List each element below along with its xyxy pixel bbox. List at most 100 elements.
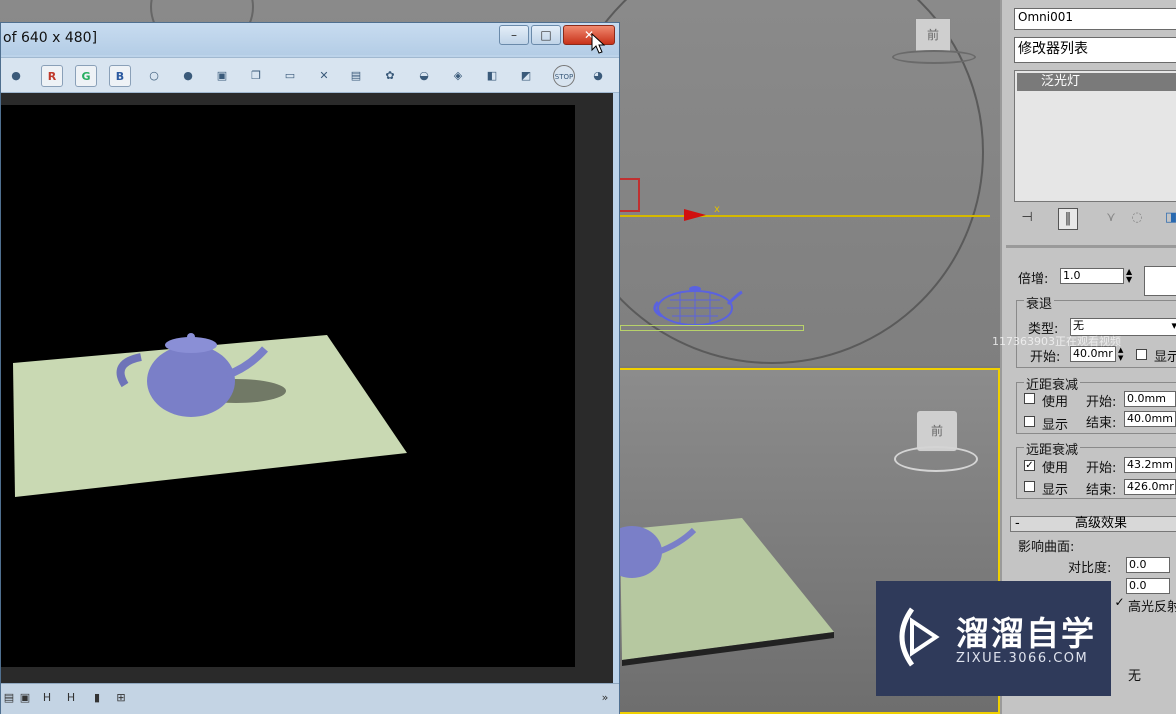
far-start-value: 43.2mm: [1127, 458, 1173, 471]
stack-item-label: 泛光灯: [1041, 74, 1081, 89]
viewer-watermark: 117363903正在观看视频: [992, 335, 1121, 348]
print-icon[interactable]: ▤: [345, 65, 367, 87]
far-atten-label: 远距衰减: [1024, 439, 1081, 458]
frame-window-icon[interactable]: ◈: [447, 65, 469, 87]
decay-group-label: 衰退: [1024, 293, 1055, 312]
expand-icon[interactable]: »: [597, 690, 613, 706]
title-bar[interactable]: of 640 x 480] – □ ✕: [1, 23, 619, 55]
near-show-checkbox[interactable]: [1024, 416, 1035, 427]
far-use-label: 使用: [1042, 461, 1069, 476]
render-setup-icon[interactable]: ✿: [379, 65, 401, 87]
make-unique-icon[interactable]: ⋎: [1102, 208, 1120, 228]
crop-icon[interactable]: ◩: [515, 65, 537, 87]
render-scroll-area[interactable]: [575, 105, 613, 667]
viewport-teapot-wireframe: [653, 286, 743, 326]
near-use-checkbox[interactable]: [1024, 393, 1035, 404]
decay-show-label: 显示: [1154, 350, 1176, 365]
rendered-frame-window[interactable]: of 640 x 480] – □ ✕ ● R G B ○ ● ▣ ❐ ▭ ✕ ▤ ✿ ◒ ◈ ◧ ◩ STOP…: [0, 22, 620, 714]
clear-icon[interactable]: ✕: [313, 65, 335, 87]
object-name-value: Omni001: [1018, 10, 1073, 24]
blue-channel-icon[interactable]: B: [109, 65, 131, 87]
open-folder-icon[interactable]: ▭: [279, 65, 301, 87]
teapot-knob: [187, 333, 195, 341]
teapot-body: [147, 345, 235, 417]
region-icon[interactable]: ◧: [481, 65, 503, 87]
dropdown-arrow-icon: ▾: [1171, 319, 1176, 333]
clone-icon[interactable]: ❐: [245, 65, 267, 87]
show-end-result-icon[interactable]: ‖: [1058, 208, 1078, 230]
teapot-render-icon[interactable]: ◒: [413, 65, 435, 87]
viewcube-top-ring: [892, 50, 976, 64]
grid-icon[interactable]: ⊞: [113, 690, 129, 706]
close-button[interactable]: ✕: [563, 25, 615, 45]
soften-spinner[interactable]: 0.0: [1126, 578, 1170, 594]
advanced-effects-rollout[interactable]: - 高级效果: [1010, 516, 1176, 532]
pin-stack-icon[interactable]: ⊣: [1018, 208, 1036, 228]
multiplier-label: 倍增:: [1018, 272, 1049, 287]
near-end-value: 40.0mm: [1127, 412, 1173, 425]
far-end-spinner[interactable]: 426.0mr: [1124, 479, 1176, 495]
specular-checkbox[interactable]: ✓: [1114, 596, 1125, 609]
panel-divider: [1006, 245, 1176, 248]
decay-show-checkbox[interactable]: [1136, 349, 1147, 360]
h-split-icon[interactable]: H: [63, 690, 79, 706]
far-end-value: 426.0mr: [1127, 480, 1174, 493]
logo-url-text: ZIXUE.3066.COM: [956, 651, 1089, 666]
specular-label: 高光反射: [1128, 600, 1176, 615]
far-start-spinner[interactable]: 43.2mm: [1124, 457, 1176, 473]
render-canvas[interactable]: [1, 105, 575, 667]
remove-modifier-icon[interactable]: ◌: [1128, 208, 1146, 228]
object-name-field[interactable]: Omni001: [1014, 8, 1176, 30]
red-channel-icon[interactable]: R: [41, 65, 63, 87]
modifier-list-dropdown[interactable]: 修改器列表: [1014, 37, 1176, 63]
maximize-icon: □: [540, 28, 552, 42]
zixue-logo: 溜溜自学 ZIXUE.3066.COM: [876, 581, 1111, 696]
contrast-value: 0.0: [1129, 558, 1147, 571]
multiplier-spinner[interactable]: 1.0: [1060, 268, 1124, 284]
multiplier-value: 1.0: [1063, 269, 1081, 282]
window-title: of 640 x 480]: [3, 30, 98, 46]
near-show-label: 显示: [1042, 418, 1069, 433]
far-start-label: 开始:: [1086, 461, 1117, 476]
rollout-toggle: -: [1015, 516, 1020, 531]
white-circle-icon[interactable]: ○: [143, 65, 165, 87]
modifier-stack-item[interactable]: 泛光灯: [1017, 73, 1176, 91]
frame-icon[interactable]: ▤: [1, 690, 17, 706]
near-start-value: 0.0mm: [1127, 392, 1166, 405]
far-show-checkbox[interactable]: [1024, 481, 1035, 492]
viewcube-top-label: 前: [926, 28, 939, 42]
near-use-label: 使用: [1042, 395, 1069, 410]
minimize-button[interactable]: –: [499, 25, 529, 45]
viewport-ground-plane: [620, 325, 804, 331]
rollout-title: 高级效果: [1075, 516, 1128, 531]
far-use-checkbox[interactable]: ✓: [1024, 460, 1035, 471]
bar-chart-icon[interactable]: ▮: [89, 690, 105, 706]
color-wheel-icon[interactable]: ●: [5, 65, 27, 87]
multiplier-spinner-arrows[interactable]: ▲ ▼: [1126, 268, 1138, 284]
affect-surfaces-label: 影响曲面:: [1018, 540, 1075, 555]
color-swatch[interactable]: [1144, 266, 1176, 296]
save-icon[interactable]: ▣: [211, 65, 233, 87]
viewcube-top[interactable]: 前: [915, 18, 951, 52]
contrast-label: 对比度:: [1068, 561, 1112, 576]
render-icon[interactable]: ◕: [587, 65, 609, 87]
stop-icon[interactable]: STOP: [553, 65, 575, 87]
rendered-scene: [13, 333, 407, 497]
soften-value: 0.0: [1129, 579, 1147, 592]
modifier-stack[interactable]: 泛光灯: [1014, 70, 1176, 202]
gray-circle-icon[interactable]: ●: [177, 65, 199, 87]
near-end-spinner[interactable]: 40.0mm: [1124, 411, 1176, 427]
configure-sets-icon[interactable]: ◨: [1162, 208, 1176, 228]
green-channel-icon[interactable]: G: [75, 65, 97, 87]
render-toolbar: ● R G B ○ ● ▣ ❐ ▭ ✕ ▤ ✿ ◒ ◈ ◧ ◩ STOP ◕: [1, 57, 619, 93]
modifier-list-label: 修改器列表: [1018, 41, 1088, 57]
projector-map-value[interactable]: 无: [1128, 665, 1141, 684]
zoom-icon[interactable]: ▣: [17, 690, 33, 706]
near-start-spinner[interactable]: 0.0mm: [1124, 391, 1176, 407]
contrast-spinner[interactable]: 0.0: [1126, 557, 1170, 573]
h-icon[interactable]: H: [39, 690, 55, 706]
viewcube-bottom-label: 前: [930, 424, 943, 438]
light-gizmo: [620, 178, 640, 212]
perspective-scene: [602, 518, 834, 666]
maximize-button[interactable]: □: [531, 25, 561, 45]
